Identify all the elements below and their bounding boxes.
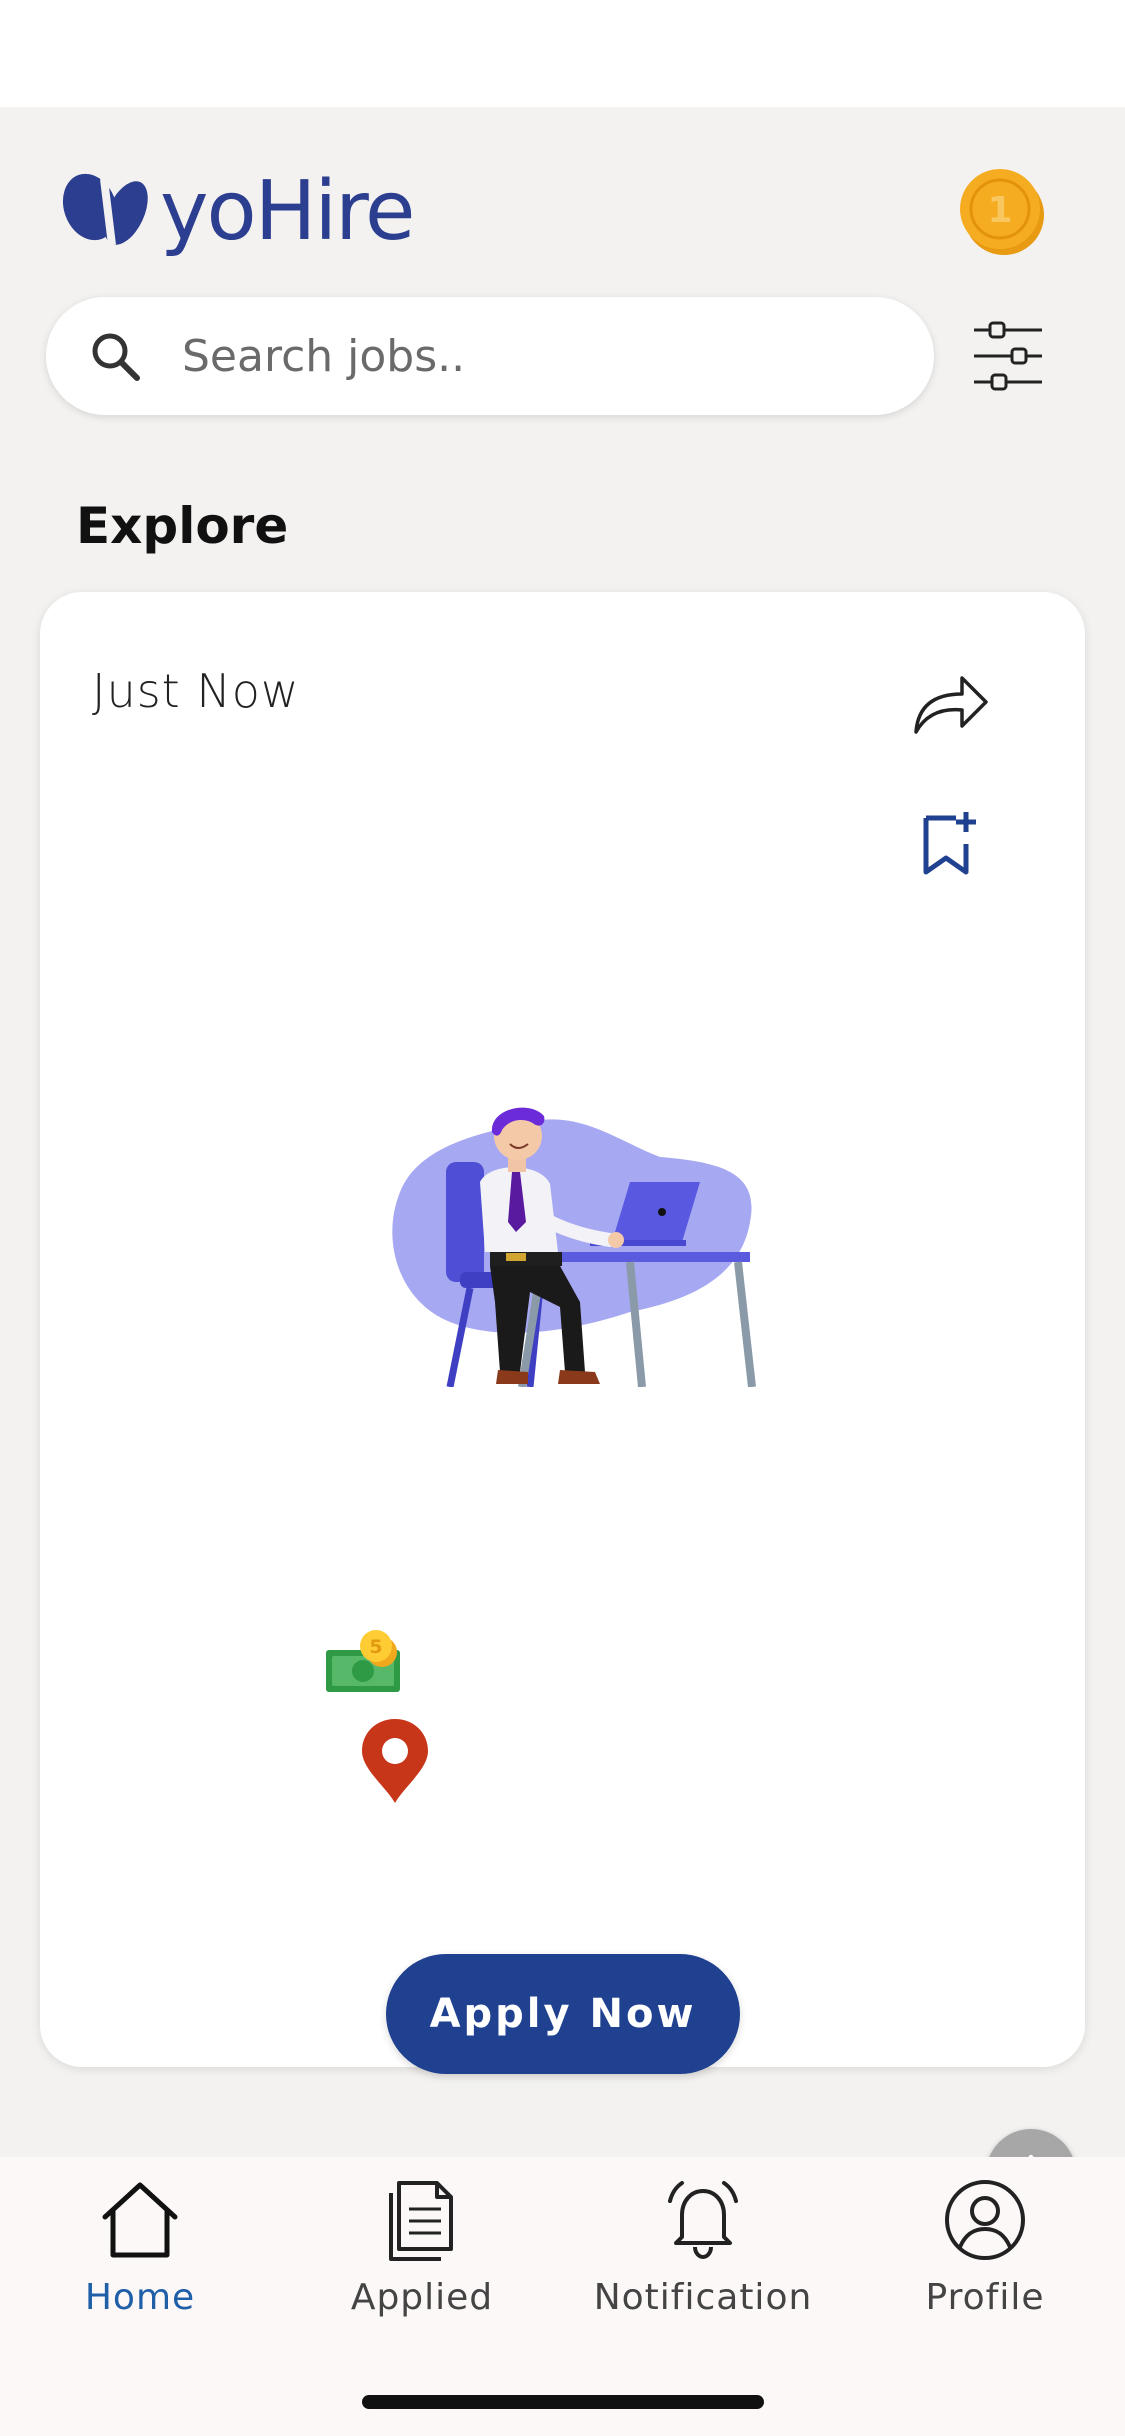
job-card[interactable]: Just Now 5 Apply Now — [40, 592, 1085, 2074]
coin-icon[interactable]: 1 — [956, 165, 1048, 257]
nav-item-home[interactable]: Home — [0, 2177, 280, 2327]
app-screen: yoHire 1 Explore Just Now — [0, 107, 1125, 2219]
posted-time: Just Now — [92, 664, 300, 718]
brand-name: yoHire — [160, 164, 415, 259]
search-bar[interactable] — [46, 297, 934, 415]
location-pin-icon — [362, 1719, 428, 1803]
office-worker-illustration — [392, 1107, 756, 1387]
apply-now-button[interactable]: Apply Now — [386, 1954, 740, 2074]
brand-logo: yoHire — [60, 164, 415, 259]
yohire-logo-icon — [62, 173, 148, 246]
home-indicator — [362, 2395, 764, 2409]
document-icon — [389, 2181, 453, 2261]
nav-label-home: Home — [84, 2277, 196, 2318]
coin-value: 1 — [987, 190, 1012, 231]
search-input[interactable] — [182, 330, 862, 382]
nav-label-profile: Profile — [925, 2277, 1045, 2318]
share-icon[interactable] — [910, 670, 990, 736]
status-bar — [0, 0, 1125, 107]
nav-item-notification[interactable]: Notification — [563, 2177, 843, 2327]
nav-item-applied[interactable]: Applied — [282, 2177, 562, 2327]
bookmark-add-icon[interactable] — [920, 810, 980, 878]
bottom-nav: Home Applied Notification Profile — [0, 2157, 1125, 2436]
section-title: Explore — [76, 497, 289, 555]
user-icon — [945, 2180, 1025, 2260]
home-icon — [102, 2182, 178, 2258]
money-icon: 5 — [326, 1630, 400, 1692]
nav-label-applied: Applied — [350, 2277, 494, 2318]
salary-coin-value: 5 — [369, 1636, 382, 1658]
bell-icon — [668, 2181, 738, 2260]
sliders-icon[interactable] — [970, 320, 1046, 392]
search-icon — [92, 333, 140, 381]
nav-item-profile[interactable]: Profile — [845, 2177, 1125, 2327]
nav-label-notification: Notification — [593, 2277, 813, 2318]
